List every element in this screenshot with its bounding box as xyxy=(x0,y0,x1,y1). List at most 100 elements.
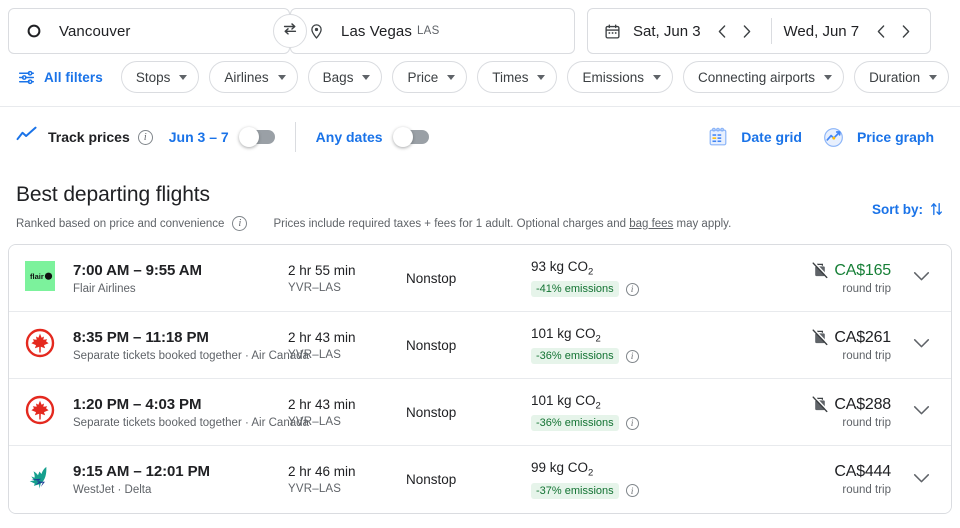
flight-duration-cell: 2 hr 46 min YVR–LAS xyxy=(288,464,406,495)
emissions-badge-line: -36% emissions i xyxy=(531,348,716,365)
flight-co2-value: 101 kg CO xyxy=(531,325,596,341)
filter-chip-price-label: Price xyxy=(407,69,439,85)
depart-prev-day-button[interactable] xyxy=(711,19,735,43)
filter-chip-stops[interactable]: Stops xyxy=(120,61,200,93)
flight-emissions-cell: 93 kg CO2 -41% emissions i xyxy=(531,259,716,298)
expand-row-button[interactable] xyxy=(897,403,945,421)
info-icon[interactable]: i xyxy=(625,349,639,363)
any-dates-label[interactable]: Any dates xyxy=(316,129,383,145)
status-badge: -37% emissions xyxy=(531,482,619,499)
flight-price: CA$165 xyxy=(834,261,891,279)
flight-price-cell: CA$165 round trip xyxy=(716,262,897,295)
expand-row-button[interactable] xyxy=(897,336,945,354)
flight-times-cell: 9:15 AM – 12:01 PM WestJet · Delta xyxy=(73,463,288,496)
track-prices-label: Track prices xyxy=(48,129,130,145)
return-date-block[interactable]: Wed, Jun 7 xyxy=(784,19,918,43)
filter-chip-airlines[interactable]: Airlines xyxy=(209,61,298,93)
flight-price-cell: CA$444 round trip xyxy=(716,463,897,496)
sort-by-label: Sort by: xyxy=(871,201,923,217)
depart-next-day-button[interactable] xyxy=(735,19,759,43)
chevron-down-icon xyxy=(913,269,930,287)
flight-co2-subscript: 2 xyxy=(588,266,594,278)
chevron-down-icon xyxy=(913,471,930,489)
origin-field[interactable]: Vancouver xyxy=(8,8,290,54)
flight-duration: 2 hr 43 min xyxy=(288,329,356,345)
filter-chip-duration[interactable]: Duration xyxy=(854,61,950,93)
date-grid-button[interactable]: Date grid xyxy=(697,126,812,148)
location-pin-icon xyxy=(305,20,327,42)
flight-search-bar: Vancouver Las Vegas LAS Sat, Jun 3 Wed, … xyxy=(0,0,960,56)
bag-fees-link[interactable]: bag fees xyxy=(629,218,673,230)
calendar-icon xyxy=(604,23,621,40)
price-graph-button[interactable]: Price graph xyxy=(812,126,944,149)
chevron-down-icon xyxy=(277,74,286,80)
track-prices-bar: Track prices i Jun 3 – 7 Any dates Date … xyxy=(0,107,960,167)
best-flights-section-header: Best departing flights Ranked based on p… xyxy=(0,167,960,231)
emissions-badge-line: -36% emissions i xyxy=(531,415,716,432)
info-icon[interactable]: i xyxy=(625,282,639,296)
flight-co2-subscript: 2 xyxy=(595,400,601,412)
all-filters-label: All filters xyxy=(44,69,103,85)
info-icon[interactable]: i xyxy=(625,484,639,498)
table-row[interactable]: flair 7:00 AM – 9:55 AM Flair Airlines 2… xyxy=(9,245,951,312)
table-row[interactable]: 9:15 AM – 12:01 PM WestJet · Delta 2 hr … xyxy=(9,446,951,513)
return-date-text: Wed, Jun 7 xyxy=(783,22,860,40)
flight-co2: 93 kg CO2 xyxy=(531,259,716,278)
table-row[interactable]: 1:20 PM – 4:03 PM Separate tickets booke… xyxy=(9,379,951,446)
expand-row-button[interactable] xyxy=(897,269,945,287)
price-trend-line-icon xyxy=(16,126,38,149)
flight-route: YVR–LAS xyxy=(288,415,342,428)
filter-chip-duration-label: Duration xyxy=(869,69,921,85)
chevron-down-icon xyxy=(537,74,546,80)
table-row[interactable]: 8:35 PM – 11:18 PM Separate tickets book… xyxy=(9,312,951,379)
destination-field[interactable]: Las Vegas LAS xyxy=(290,8,575,54)
filter-sliders-icon xyxy=(18,69,35,86)
circle-origin-icon xyxy=(23,20,45,42)
info-icon[interactable]: i xyxy=(137,129,153,145)
flight-stops-cell: Nonstop xyxy=(406,405,531,420)
westjet-logo xyxy=(25,462,56,497)
flight-stops: Nonstop xyxy=(406,472,457,487)
all-filters-button[interactable]: All filters xyxy=(8,69,111,86)
destination-code: LAS xyxy=(416,25,440,37)
prices-note: Prices include required taxes + fees for… xyxy=(273,218,731,230)
filter-chip-emissions[interactable]: Emissions xyxy=(567,61,673,93)
calendar-grid-icon xyxy=(707,126,729,148)
return-next-day-button[interactable] xyxy=(893,19,917,43)
swap-places-button[interactable] xyxy=(273,14,307,48)
chevron-down-icon xyxy=(913,403,930,421)
sort-by-button[interactable]: Sort by: xyxy=(872,201,944,217)
flight-results-list: flair 7:00 AM – 9:55 AM Flair Airlines 2… xyxy=(8,244,952,514)
status-badge: -36% emissions xyxy=(531,348,619,365)
track-date-range-toggle[interactable] xyxy=(238,127,275,147)
filter-chip-times-label: Times xyxy=(492,69,529,85)
flight-route: YVR–LAS xyxy=(288,348,342,361)
return-date-nav xyxy=(869,19,917,43)
section-subtext: Ranked based on price and convenience i … xyxy=(16,216,944,231)
filter-chip-connecting-airports[interactable]: Connecting airports xyxy=(682,61,845,93)
depart-date-nav xyxy=(711,19,759,43)
track-date-range-label[interactable]: Jun 3 – 7 xyxy=(169,129,229,145)
flight-stops: Nonstop xyxy=(406,404,457,420)
info-icon[interactable]: i xyxy=(625,416,639,430)
destination-text: Las Vegas xyxy=(341,22,412,40)
filter-chip-times[interactable]: Times xyxy=(477,61,558,93)
filter-chip-bags-label: Bags xyxy=(322,69,354,85)
depart-date-block[interactable]: Sat, Jun 3 xyxy=(633,19,759,43)
svg-text:flair: flair xyxy=(30,272,44,281)
filter-chip-emissions-label: Emissions xyxy=(582,69,644,85)
expand-row-button[interactable] xyxy=(897,471,945,489)
flight-duration-cell: 2 hr 55 min YVR–LAS xyxy=(288,263,406,294)
flight-price: CA$444 xyxy=(834,463,891,480)
flight-co2-value: 99 kg CO xyxy=(531,460,589,476)
flight-emissions-cell: 101 kg CO2 -36% emissions i xyxy=(531,326,716,365)
filter-chip-bags[interactable]: Bags xyxy=(307,61,383,93)
chevron-down-icon xyxy=(362,74,371,80)
flight-trip-type: round trip xyxy=(842,282,891,295)
return-prev-day-button[interactable] xyxy=(869,19,893,43)
any-dates-toggle[interactable] xyxy=(392,127,429,147)
flight-airline: Flair Airlines xyxy=(73,282,136,295)
flight-co2-subscript: 2 xyxy=(588,467,594,479)
filter-chip-price[interactable]: Price xyxy=(392,61,468,93)
info-icon[interactable]: i xyxy=(232,216,248,231)
